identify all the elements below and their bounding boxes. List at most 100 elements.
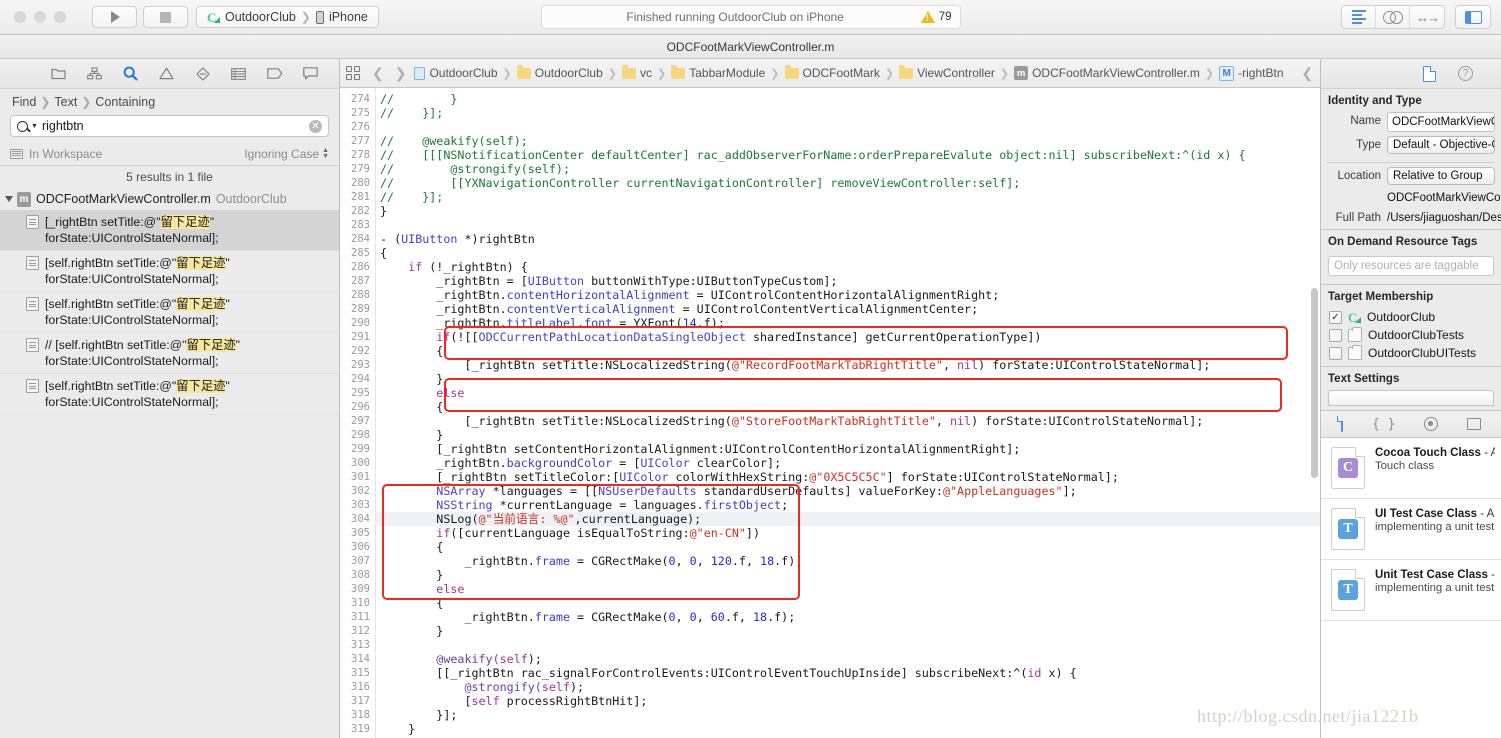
target-checkbox[interactable] [1329,328,1342,342]
search-value[interactable]: rightbtn [42,119,306,133]
code-line[interactable]: } [376,204,1320,218]
breadcrumb-item[interactable]: TabbarModule [671,65,765,80]
code-line[interactable] [376,218,1320,232]
clear-search-icon[interactable]: ✕ [309,119,322,133]
code-line[interactable]: [self processRightBtnHit]; [376,694,1320,708]
code-line[interactable]: // }]; [376,106,1320,120]
breadcrumb-item[interactable]: ODCFootMark [784,65,880,80]
search-scope-label[interactable]: In Workspace [29,147,102,161]
breadcrumb-item[interactable]: OutdoorClub [414,66,498,80]
chevron-down-icon[interactable]: ▼ [31,123,38,130]
code-line[interactable]: _rightBtn.contentVerticalAlignment = UIC… [376,302,1320,316]
code-line[interactable]: NSString *currentLanguage = languages.fi… [376,498,1320,512]
find-scope-bar[interactable]: Find ❯ Text ❯ Containing [0,89,339,115]
related-items-icon[interactable] [346,66,360,80]
code-line[interactable]: [_rightBtn setTitleColor:[UIColor colorW… [376,470,1320,484]
text-settings-popup[interactable] [1328,390,1494,406]
code-line[interactable]: } [376,624,1320,638]
code-line[interactable]: - (UIButton *)rightBtn [376,232,1320,246]
list-item[interactable]: T UI Test Case Class - Aimplementing a un… [1321,499,1501,560]
code-line[interactable]: // } [376,92,1320,106]
code-line[interactable] [376,120,1320,134]
code-content[interactable]: // }// }];// @weakify(self);// [[[NSNoti… [376,88,1320,738]
breadcrumb-item[interactable]: M -rightBtn [1219,65,1284,81]
list-item[interactable]: [_rightBtn setTitle:@"留下足迹" forState:UIC… [0,210,339,251]
source-editor[interactable]: 274 275 276 277 278 279 280 281 282 283 284 285 286 2… [340,88,1320,738]
disclosure-triangle-icon[interactable] [5,196,13,202]
zoom-button[interactable] [54,11,66,23]
code-line[interactable]: // [[YXNavigationController currentNavig… [376,176,1320,190]
code-line[interactable]: { [376,540,1320,554]
target-checkbox[interactable] [1329,346,1342,360]
tab-code-snippet-library[interactable]: { } [1372,417,1395,432]
breadcrumb-item[interactable]: vc [622,65,652,80]
run-button[interactable] [92,6,137,28]
tab-issue-navigator[interactable] [158,65,175,82]
view-toggle-segmented[interactable] [1455,5,1491,29]
editor-mode-segmented[interactable]: ↔→ [1341,5,1445,29]
name-field[interactable]: ODCFootMarkViewController.m [1387,112,1495,132]
tab-object-library[interactable] [1424,417,1439,431]
scheme-selector[interactable]: C OutdoorClub ❯ iPhone [196,6,379,28]
standard-editor-button[interactable] [1342,6,1376,28]
odrt-field[interactable]: Only resources are taggable [1328,256,1494,276]
minimize-button[interactable] [34,11,46,23]
list-item[interactable]: [self.rightBtn setTitle:@"留下足迹" forState… [0,374,339,415]
tab-project-navigator[interactable] [50,65,67,82]
tab-test-navigator[interactable] [194,65,211,82]
code-line[interactable]: // }]; [376,190,1320,204]
breadcrumb-item[interactable]: OutdoorClub [516,65,603,80]
list-item[interactable]: [self.rightBtn setTitle:@"留下足迹" forState… [0,251,339,292]
code-line[interactable]: } [376,568,1320,582]
type-popup[interactable]: Default - Objective-C Source [1387,136,1495,154]
code-line[interactable]: else [376,582,1320,596]
code-line[interactable]: _rightBtn.contentHorizontalAlignment = U… [376,288,1320,302]
tab-file-template-library[interactable] [1341,416,1344,432]
list-item[interactable]: C Cocoa Touch Class - A Touch class [1321,438,1501,499]
code-line[interactable]: // @weakify(self); [376,134,1320,148]
activity-status-bar[interactable]: Finished running OutdoorClub on iPhone 7… [540,5,961,29]
code-line[interactable]: } [376,372,1320,386]
code-line[interactable]: // @strongify(self); [376,162,1320,176]
code-line[interactable]: if (!_rightBtn) { [376,260,1320,274]
back-button[interactable]: ❮ [369,65,387,82]
version-editor-button[interactable]: ↔→ [1410,6,1444,28]
case-sensitivity-selector[interactable]: Ignoring Case ▲ ▼ [244,147,329,161]
forward-button[interactable]: ❯ [392,65,410,82]
tab-find-navigator[interactable] [122,65,139,82]
code-line[interactable]: _rightBtn.titleLabel.font = YXFont(14.f)… [376,316,1320,330]
code-line[interactable]: }]; [376,708,1320,722]
code-line[interactable]: { [376,596,1320,610]
code-line[interactable]: _rightBtn.frame = CGRectMake(0, 0, 120.f… [376,554,1320,568]
list-item[interactable]: T Unit Test Case Class - implementing a un… [1321,560,1501,621]
tab-breakpoint-navigator[interactable] [266,65,283,82]
code-line[interactable]: [[_rightBtn rac_signalForControlEvents:U… [376,666,1320,680]
tab-quick-help[interactable]: ? [1458,66,1473,81]
code-line[interactable]: [_rightBtn setTitle:NSLocalizedString(@"… [376,358,1320,372]
code-line[interactable]: } [376,428,1320,442]
target-membership-row[interactable]: OutdoorClubUITests [1321,344,1501,362]
code-line[interactable]: NSArray *languages = [[NSUserDefaults st… [376,484,1320,498]
search-input[interactable]: ▼ rightbtn ✕ [10,115,329,137]
code-line[interactable]: [_rightBtn setTitle:NSLocalizedString(@"… [376,414,1320,428]
code-line[interactable]: @weakify(self); [376,652,1320,666]
code-line[interactable]: if([currentLanguage isEqualToString:@"en… [376,526,1320,540]
code-line[interactable]: } [376,722,1320,736]
code-line[interactable]: // [[[NSNotificationCenter defaultCenter… [376,148,1320,162]
code-line[interactable]: else [376,386,1320,400]
code-line[interactable]: _rightBtn = [UIButton buttonWithType:UIB… [376,274,1320,288]
code-line[interactable]: { [376,400,1320,414]
library-list[interactable]: C Cocoa Touch Class - A Touch class T UI Tes… [1321,438,1501,738]
hide-inspector-button[interactable] [1456,6,1490,28]
code-line[interactable]: @strongify(self); [376,680,1320,694]
find-scope-containing[interactable]: Containing [95,95,155,109]
code-line[interactable]: _rightBtn.backgroundColor = [UIColor cle… [376,456,1320,470]
find-scope-text[interactable]: Text [54,95,77,109]
breadcrumb-item[interactable]: m ODCFootMarkViewController.m [1014,66,1200,80]
code-line[interactable]: _rightBtn.frame = CGRectMake(0, 0, 60.f,… [376,610,1320,624]
tab-file-inspector[interactable] [1423,65,1436,82]
find-results-list[interactable]: m ODCFootMarkViewController.m OutdoorClu… [0,188,339,738]
tab-symbol-navigator[interactable] [86,65,103,82]
find-scope-find[interactable]: Find [12,95,36,109]
code-line[interactable]: [_rightBtn setContentHorizontalAlignment… [376,442,1320,456]
